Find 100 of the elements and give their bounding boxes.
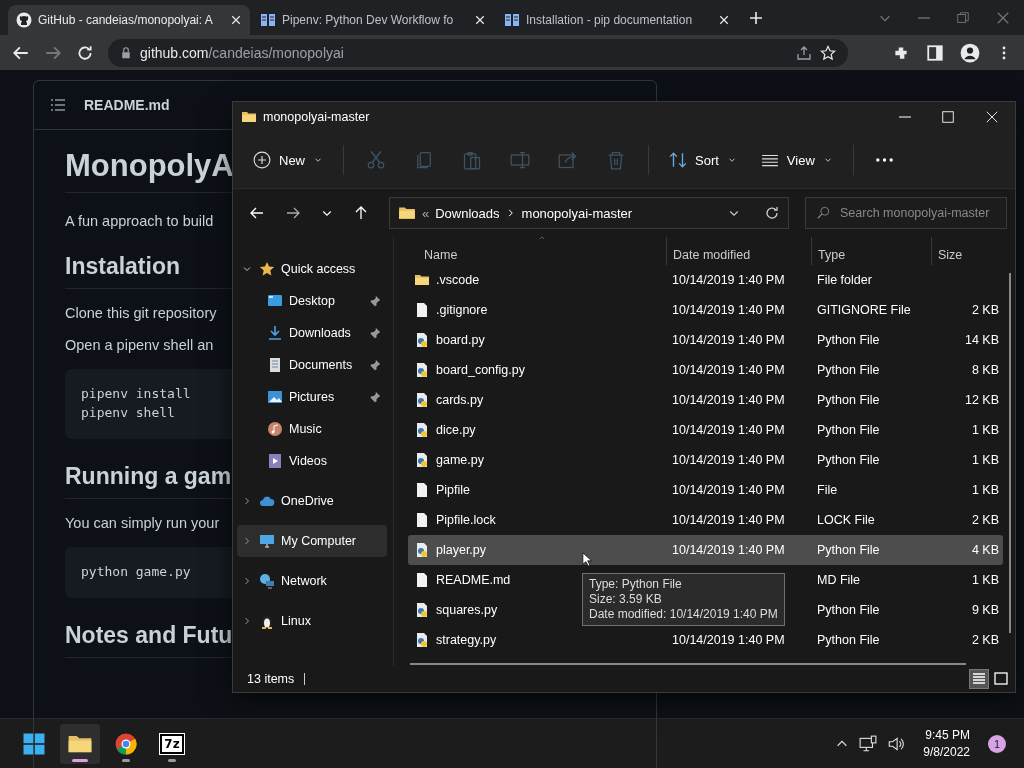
type-cell: File folder bbox=[817, 273, 872, 287]
outline-icon bbox=[50, 97, 66, 113]
file-name: board.py bbox=[436, 333, 485, 347]
url-host: github.com bbox=[140, 44, 209, 61]
date-cell: 10/14/2019 1:40 PM bbox=[672, 543, 785, 557]
overflow-chevron[interactable]: « bbox=[422, 205, 430, 221]
size-cell: 12 KB bbox=[964, 393, 999, 407]
window-title: monopolyai-master bbox=[263, 110, 370, 124]
file-name: squares.py bbox=[436, 603, 498, 617]
file-icon bbox=[414, 572, 430, 588]
readme-paragraph: A fun approach to build bbox=[65, 213, 215, 229]
forward-icon bbox=[285, 205, 301, 221]
taskbar-app-button[interactable]: 7z bbox=[152, 723, 192, 764]
star-icon bbox=[259, 261, 275, 277]
file-icon bbox=[414, 482, 430, 498]
notification-badge[interactable]: 1 bbox=[988, 734, 1006, 753]
book-icon bbox=[260, 12, 276, 28]
horizontal-scrollbar[interactable] bbox=[410, 663, 966, 665]
share-icon bbox=[558, 150, 578, 170]
nav-item[interactable]: Downloads bbox=[237, 317, 387, 349]
details-view-button[interactable] bbox=[969, 669, 989, 689]
type-cell: Python File bbox=[817, 603, 880, 617]
nav-item[interactable]: Pictures bbox=[237, 381, 387, 413]
python-file-icon bbox=[414, 422, 430, 438]
file-name: .vscode bbox=[436, 273, 480, 287]
pin-icon bbox=[369, 391, 381, 403]
python-file-icon bbox=[414, 632, 430, 648]
address-box[interactable]: « Downloads monopolyai-master bbox=[389, 197, 789, 229]
copy-icon bbox=[414, 150, 434, 170]
file-icon bbox=[414, 512, 430, 528]
address-bar[interactable]: github.com/candeias/monopolyai bbox=[108, 38, 848, 67]
list-lines-icon bbox=[971, 671, 987, 687]
python-file-icon bbox=[414, 332, 430, 348]
type-cell: GITIGNORE File bbox=[817, 303, 911, 317]
breadcrumb[interactable]: monopolyai-master bbox=[521, 205, 633, 221]
file-name: .gitignore bbox=[436, 303, 488, 317]
python-file-icon bbox=[414, 392, 430, 408]
restore-icon bbox=[956, 10, 970, 25]
nav-item[interactable]: My Computer bbox=[237, 525, 387, 557]
network-icon bbox=[259, 573, 275, 589]
item-count: 13 items bbox=[247, 672, 295, 686]
back-icon bbox=[249, 205, 265, 221]
book-icon bbox=[504, 12, 520, 28]
readme-paragraph: Clone this git repository bbox=[65, 305, 218, 321]
file-name: README.md bbox=[436, 573, 511, 587]
date-cell: 10/14/2019 1:40 PM bbox=[672, 393, 785, 407]
type-cell: Python File bbox=[817, 453, 880, 467]
close-icon bbox=[985, 110, 999, 124]
lock-icon bbox=[120, 46, 132, 59]
file-name: strategy.py bbox=[436, 633, 497, 647]
pin-icon bbox=[369, 295, 381, 307]
type-cell: Python File bbox=[817, 423, 880, 437]
picture-icon bbox=[267, 389, 283, 405]
video-icon bbox=[267, 453, 283, 469]
search-field[interactable]: Search monopolyai-master bbox=[805, 197, 1007, 229]
search-input[interactable]: Search monopolyai-master bbox=[838, 205, 996, 221]
file-icon bbox=[414, 302, 430, 318]
clock-time: 9:45 PM bbox=[925, 728, 970, 742]
file-name: Pipfile bbox=[436, 483, 471, 497]
minimize-icon bbox=[918, 16, 930, 19]
file-name: Pipfile.lock bbox=[436, 513, 496, 527]
minimize-icon bbox=[899, 116, 911, 118]
column-header[interactable]: Size bbox=[931, 237, 1003, 265]
browser-tab[interactable]: GitHub - candeias/monopolyai: A bbox=[8, 5, 250, 35]
size-cell: 1 KB bbox=[971, 453, 999, 467]
breadcrumb[interactable]: Downloads bbox=[435, 205, 500, 221]
close-icon bbox=[474, 14, 486, 26]
bookmark-star-icon bbox=[820, 44, 836, 61]
taskbar-app-button[interactable] bbox=[60, 723, 100, 764]
size-cell: 8 KB bbox=[971, 363, 999, 377]
pin-icon bbox=[369, 327, 381, 339]
browser-tab[interactable]: Installation - pip documentation bbox=[496, 5, 738, 35]
readme-paragraph: Open a pipenv shell an bbox=[65, 337, 215, 353]
new-tab-icon bbox=[748, 9, 764, 26]
size-cell: 1 KB bbox=[971, 483, 999, 497]
size-cell: 2 KB bbox=[971, 633, 999, 647]
nav-item[interactable]: Network bbox=[237, 565, 387, 597]
nav-item[interactable]: Quick access bbox=[237, 253, 387, 285]
date-cell: 10/14/2019 1:40 PM bbox=[672, 483, 785, 497]
music-icon bbox=[267, 421, 283, 437]
date-cell: 10/14/2019 1:40 PM bbox=[672, 273, 785, 287]
view-button[interactable]: View bbox=[750, 145, 843, 175]
plus-circle-icon bbox=[253, 151, 271, 169]
paste-icon bbox=[462, 150, 482, 170]
column-header[interactable]: Type bbox=[811, 237, 931, 265]
date-cell: 10/14/2019 1:40 PM bbox=[672, 333, 785, 347]
computer-icon bbox=[259, 533, 275, 549]
new-button[interactable]: New bbox=[243, 145, 333, 175]
python-file-icon bbox=[414, 452, 430, 468]
browser-tab[interactable]: Pipenv: Python Dev Workflow fo bbox=[252, 5, 494, 35]
size-cell: 14 KB bbox=[964, 333, 999, 347]
cat-logo-icon bbox=[16, 12, 32, 28]
vertical-scrollbar[interactable] bbox=[1009, 273, 1011, 633]
sort-caret-icon bbox=[537, 235, 547, 241]
sort-button[interactable]: Sort bbox=[659, 145, 747, 175]
document-icon bbox=[267, 357, 283, 373]
windows-logo-icon bbox=[22, 731, 46, 756]
readme-filename: README.md bbox=[84, 97, 170, 113]
delete-icon bbox=[606, 150, 626, 170]
column-header[interactable]: Date modified bbox=[666, 237, 811, 265]
